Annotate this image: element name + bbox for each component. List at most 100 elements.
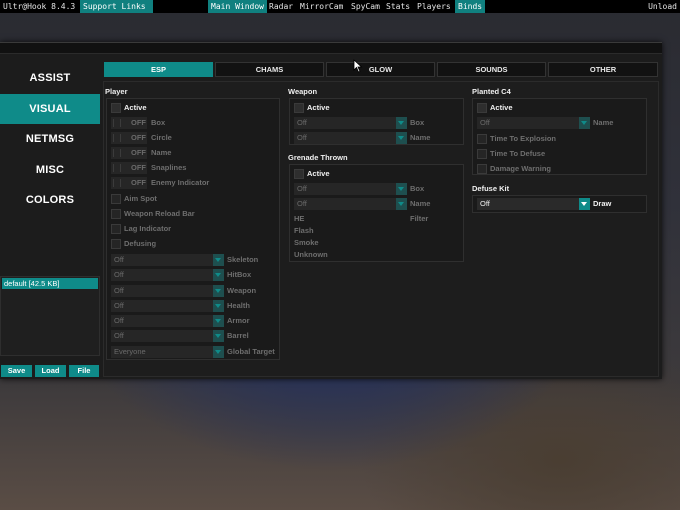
c4-active-checkbox[interactable] <box>477 103 487 113</box>
grenade-active-row[interactable]: Active <box>294 168 454 180</box>
grenade-section-title: Grenade Thrown <box>288 153 348 162</box>
sidebar-item-misc[interactable]: MISC <box>0 155 100 185</box>
player-aim-spot-row[interactable]: Aim Spot <box>111 193 271 205</box>
filter-item-flash[interactable]: Flash <box>294 225 314 237</box>
c4-name-dropdown[interactable]: Off <box>477 117 590 129</box>
player-active-checkbox[interactable] <box>111 103 121 113</box>
tab-glow[interactable]: GLOW <box>326 62 435 77</box>
player-snaplines-toggle-row[interactable]: OFF Snaplines <box>111 162 271 174</box>
weapon-active-row[interactable]: Active <box>294 102 454 114</box>
armor-dropdown[interactable]: Off <box>111 315 224 327</box>
dropdown-label: Name <box>410 133 431 142</box>
weapon-dropdown[interactable]: Off <box>111 285 224 297</box>
sidebar-item-colors[interactable]: COLORS <box>0 185 100 215</box>
grenade-box-dropdown[interactable]: Off <box>294 183 407 195</box>
player-enemy-indicator-toggle-row[interactable]: OFF Enemy Indicator <box>111 177 271 189</box>
filter-item-unknown[interactable]: Unknown <box>294 249 328 261</box>
menu-players[interactable]: Players <box>414 0 454 13</box>
chevron-down-icon <box>579 117 590 129</box>
c4-time-defuse-row[interactable]: Time To Defuse <box>477 148 637 160</box>
weapon-active-checkbox[interactable] <box>294 103 304 113</box>
c4-time-explosion-row[interactable]: Time To Explosion <box>477 133 637 145</box>
aim-spot-checkbox[interactable] <box>111 194 121 204</box>
barrel-dropdown[interactable]: Off <box>111 330 224 342</box>
tab-sounds[interactable]: SOUNDS <box>437 62 546 77</box>
file-button[interactable]: File <box>69 365 99 377</box>
player-name-toggle[interactable]: OFF <box>111 147 147 159</box>
health-dropdown[interactable]: Off <box>111 300 224 312</box>
player-enemy-indicator-toggle[interactable]: OFF <box>111 177 147 189</box>
weapon-name-dropdown[interactable]: Off <box>294 132 407 144</box>
player-active-label: Active <box>124 103 147 112</box>
toggle-grip-icon <box>113 119 121 127</box>
grenade-filter-flash-row: Flash <box>294 225 454 237</box>
toggle-grip-icon <box>113 179 121 187</box>
c4-active-row[interactable]: Active <box>477 102 637 114</box>
dropdown-value: Everyone <box>114 347 146 356</box>
sidebar-item-visual[interactable]: VISUAL <box>0 94 100 124</box>
player-name-toggle-row[interactable]: OFF Name <box>111 147 271 159</box>
config-item[interactable]: default [42.5 KB] <box>2 278 98 289</box>
defusing-checkbox[interactable] <box>111 239 121 249</box>
tab-bar: ESP CHAMS GLOW SOUNDS OTHER <box>103 62 659 78</box>
chevron-down-icon <box>213 346 224 358</box>
grenade-active-label: Active <box>307 169 330 178</box>
main-window: ASSIST VISUAL NETMSG MISC COLORS default… <box>0 42 662 379</box>
player-global-target-row: Everyone Global Target <box>111 346 277 358</box>
chevron-down-icon <box>213 330 224 342</box>
player-defusing-row[interactable]: Defusing <box>111 238 271 250</box>
sidebar-item-assist[interactable]: ASSIST <box>0 63 100 93</box>
window-title-strip[interactable] <box>0 43 662 54</box>
player-circle-toggle[interactable]: OFF <box>111 132 147 144</box>
config-list[interactable]: default [42.5 KB] <box>0 276 100 356</box>
dropdown-value: Off <box>114 301 124 310</box>
c4-active-label: Active <box>490 103 513 112</box>
filter-item-he[interactable]: HE <box>294 213 304 225</box>
unload-button[interactable]: Unload <box>645 0 680 13</box>
save-button[interactable]: Save <box>1 365 32 377</box>
skeleton-dropdown[interactable]: Off <box>111 254 224 266</box>
tab-other[interactable]: OTHER <box>548 62 658 77</box>
player-armor-row: Off Armor <box>111 315 277 327</box>
check-label: Defusing <box>124 239 157 248</box>
weapon-box-dropdown[interactable]: Off <box>294 117 407 129</box>
check-label: Time To Defuse <box>490 149 546 158</box>
tab-chams[interactable]: CHAMS <box>215 62 324 77</box>
c4-damage-warning-row[interactable]: Damage Warning <box>477 163 637 175</box>
tab-esp[interactable]: ESP <box>104 62 213 77</box>
lag-indicator-checkbox[interactable] <box>111 224 121 234</box>
global-target-dropdown[interactable]: Everyone <box>111 346 224 358</box>
grenade-box-row: Off Box <box>294 183 460 195</box>
player-active-row[interactable]: Active <box>111 102 271 114</box>
player-reload-bar-row[interactable]: Weapon Reload Bar <box>111 208 271 220</box>
menu-stats[interactable]: Stats <box>383 0 413 13</box>
player-lag-indicator-row[interactable]: Lag Indicator <box>111 223 271 235</box>
menu-binds[interactable]: Binds <box>455 0 486 13</box>
time-to-defuse-checkbox[interactable] <box>477 149 487 159</box>
player-circle-toggle-row[interactable]: OFF Circle <box>111 132 271 144</box>
player-snaplines-toggle[interactable]: OFF <box>111 162 147 174</box>
menu-mirrorcam[interactable]: MirrorCam <box>297 0 346 13</box>
grenade-active-checkbox[interactable] <box>294 169 304 179</box>
mouse-cursor-icon <box>353 59 363 73</box>
support-links-button[interactable]: Support Links <box>80 0 153 13</box>
menu-spycam[interactable]: SpyCam <box>348 0 383 13</box>
load-button[interactable]: Load <box>35 365 66 377</box>
chevron-down-icon <box>396 198 407 210</box>
player-box-toggle[interactable]: OFF <box>111 117 147 129</box>
hitbox-dropdown[interactable]: Off <box>111 269 224 281</box>
damage-warning-checkbox[interactable] <box>477 164 487 174</box>
sidebar-item-netmsg[interactable]: NETMSG <box>0 124 100 154</box>
player-barrel-row: Off Barrel <box>111 330 277 342</box>
menu-radar[interactable]: Radar <box>266 0 296 13</box>
grenade-name-dropdown[interactable]: Off <box>294 198 407 210</box>
reload-bar-checkbox[interactable] <box>111 209 121 219</box>
player-box-toggle-row[interactable]: OFF Box <box>111 117 271 129</box>
filter-item-smoke[interactable]: Smoke <box>294 237 319 249</box>
toggle-label: Box <box>151 118 166 127</box>
defuse-kit-draw-dropdown[interactable]: Off <box>477 198 590 210</box>
dropdown-label: Health <box>227 301 250 310</box>
time-to-explosion-checkbox[interactable] <box>477 134 487 144</box>
dropdown-value: Off <box>480 118 490 127</box>
menu-main-window[interactable]: Main Window <box>208 0 267 13</box>
